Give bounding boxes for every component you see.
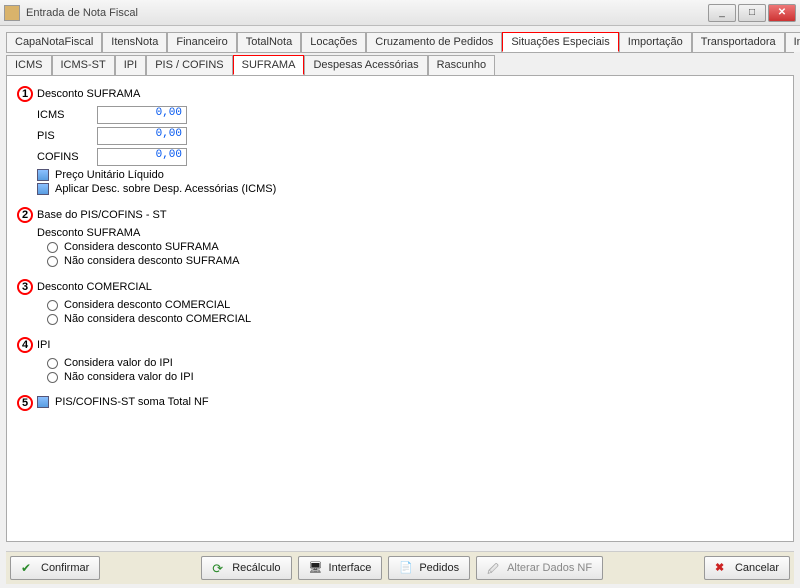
radio-icon <box>47 358 58 369</box>
chk2-label: Aplicar Desc. sobre Desp. Acessórias (IC… <box>55 183 276 195</box>
subtab-suframa[interactable]: SUFRAMA <box>233 55 305 75</box>
main-tabs: CapaNotaFiscal ItensNota Financeiro Tota… <box>6 32 794 53</box>
radio-icon <box>47 256 58 267</box>
chk-preco-unitario[interactable]: Preço Unitário Líquido <box>17 169 277 181</box>
radio-nao-considera-comercial[interactable]: Não considera desconto COMERCIAL <box>17 313 277 325</box>
badge-3: 3 <box>17 279 33 295</box>
tab-locacoes[interactable]: Locações <box>301 32 366 52</box>
btn-label: Alterar Dados NF <box>507 562 592 574</box>
chk-aplicar-desc[interactable]: Aplicar Desc. sobre Desp. Acessórias (IC… <box>17 183 277 195</box>
subtab-pis-cofins[interactable]: PIS / COFINS <box>146 55 232 75</box>
group2-label: Base do PIS/COFINS - ST <box>37 209 167 221</box>
interface-button[interactable]: Interface <box>298 556 383 580</box>
titlebar: Entrada de Nota Fiscal _ □ ✕ <box>0 0 800 26</box>
window-title: Entrada de Nota Fiscal <box>26 7 708 19</box>
badge-1: 1 <box>17 86 33 102</box>
group-ipi: 4 IPI Considera valor do IPI Não conside… <box>17 337 277 383</box>
r-label: Não considera valor do IPI <box>64 371 194 383</box>
pedidos-button[interactable]: Pedidos <box>388 556 470 580</box>
icms-label: ICMS <box>37 109 97 121</box>
pis-label: PIS <box>37 130 97 142</box>
checkbox-icon <box>37 169 49 181</box>
radio-considera-comercial[interactable]: Considera desconto COMERCIAL <box>17 299 277 311</box>
tab-financeiro[interactable]: Financeiro <box>167 32 236 52</box>
tab-itensnota[interactable]: ItensNota <box>102 32 167 52</box>
radio-icon <box>47 300 58 311</box>
r-label: Não considera desconto COMERCIAL <box>64 313 251 325</box>
page-content: 1 Desconto SUFRAMA ICMS 0,00 PIS 0,00 CO… <box>6 76 794 542</box>
badge-5: 5 <box>17 395 33 411</box>
chk5-label: PIS/COFINS-ST soma Total NF <box>55 396 209 408</box>
recalc-icon <box>212 561 226 575</box>
radio-considera-ipi[interactable]: Considera valor do IPI <box>17 357 277 369</box>
subtab-despesas[interactable]: Despesas Acessórias <box>304 55 427 75</box>
recalculo-button[interactable]: Recálculo <box>201 556 291 580</box>
cofins-label: COFINS <box>37 151 97 163</box>
chk1-label: Preço Unitário Líquido <box>55 169 164 181</box>
r-label: Não considera desconto SUFRAMA <box>64 255 239 267</box>
confirmar-button[interactable]: Confirmar <box>10 556 100 580</box>
group-desconto-suframa: 1 Desconto SUFRAMA ICMS 0,00 PIS 0,00 CO… <box>17 86 277 195</box>
close-button[interactable]: ✕ <box>768 4 796 22</box>
tab-importacao[interactable]: Importação <box>619 32 692 52</box>
group-piscofins-st-soma: 5 PIS/COFINS-ST soma Total NF <box>17 395 277 411</box>
radio-icon <box>47 242 58 253</box>
group-base-piscofins: 2 Base do PIS/COFINS - ST Desconto SUFRA… <box>17 207 277 267</box>
r-label: Considera desconto COMERCIAL <box>64 299 230 311</box>
minimize-button[interactable]: _ <box>708 4 736 22</box>
checkbox-icon <box>37 183 49 195</box>
tab-capanotafiscal[interactable]: CapaNotaFiscal <box>6 32 102 52</box>
radio-nao-considera-suframa[interactable]: Não considera desconto SUFRAMA <box>17 255 277 267</box>
tab-transportadora[interactable]: Transportadora <box>692 32 785 52</box>
pis-input[interactable]: 0,00 <box>97 127 187 145</box>
maximize-button[interactable]: □ <box>738 4 766 22</box>
group3-label: Desconto COMERCIAL <box>37 281 152 293</box>
checkbox-icon <box>37 396 49 408</box>
tab-situacoes-especiais[interactable]: Situações Especiais <box>502 32 618 52</box>
radio-icon <box>47 372 58 383</box>
edit-icon <box>487 561 501 575</box>
btn-label: Recálculo <box>232 562 280 574</box>
pedidos-icon <box>399 561 413 575</box>
cofins-input[interactable]: 0,00 <box>97 148 187 166</box>
check-icon <box>21 561 35 575</box>
group1-label: Desconto SUFRAMA <box>37 88 140 100</box>
icms-input[interactable]: 0,00 <box>97 106 187 124</box>
footer-toolbar: Confirmar Recálculo Interface Pedidos Al… <box>6 551 794 584</box>
tab-totalnota[interactable]: TotalNota <box>237 32 301 52</box>
badge-2: 2 <box>17 207 33 223</box>
btn-label: Cancelar <box>735 562 779 574</box>
subtab-icms[interactable]: ICMS <box>6 55 52 75</box>
subtab-icms-st[interactable]: ICMS-ST <box>52 55 115 75</box>
group4-label: IPI <box>37 339 50 351</box>
tab-cruzamento[interactable]: Cruzamento de Pedidos <box>366 32 502 52</box>
subgroup-desconto-suframa: Desconto SUFRAMA <box>17 227 277 239</box>
subtab-rascunho[interactable]: Rascunho <box>428 55 496 75</box>
sub-tabs: ICMS ICMS-ST IPI PIS / COFINS SUFRAMA De… <box>6 55 794 76</box>
cancelar-button[interactable]: Cancelar <box>704 556 790 580</box>
badge-4: 4 <box>17 337 33 353</box>
r-label: Considera valor do IPI <box>64 357 173 369</box>
group-desconto-comercial: 3 Desconto COMERCIAL Considera desconto … <box>17 279 277 325</box>
btn-label: Interface <box>329 562 372 574</box>
cancel-icon <box>715 561 729 575</box>
radio-considera-suframa[interactable]: Considera desconto SUFRAMA <box>17 241 277 253</box>
tab-infoadicionais[interactable]: Informações Adicionais <box>785 32 800 52</box>
btn-label: Confirmar <box>41 562 89 574</box>
app-icon <box>4 5 20 21</box>
btn-label: Pedidos <box>419 562 459 574</box>
subtab-ipi[interactable]: IPI <box>115 55 146 75</box>
alterar-dados-button: Alterar Dados NF <box>476 556 603 580</box>
radio-nao-considera-ipi[interactable]: Não considera valor do IPI <box>17 371 277 383</box>
radio-icon <box>47 314 58 325</box>
r-label: Considera desconto SUFRAMA <box>64 241 219 253</box>
interface-icon <box>309 561 323 575</box>
chk-piscofins-soma-total[interactable]: PIS/COFINS-ST soma Total NF <box>37 396 209 408</box>
